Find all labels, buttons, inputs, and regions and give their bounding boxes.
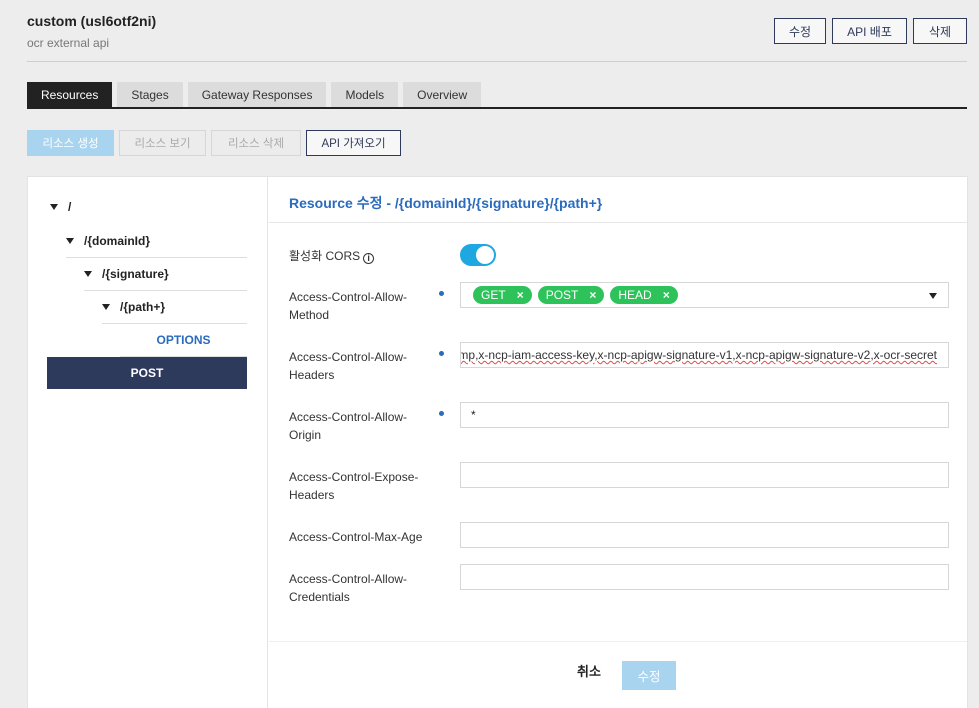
cors-toggle[interactable] [460,244,496,266]
tab-models[interactable]: Models [331,82,399,107]
tree-node-label: / [68,199,72,214]
required-dot [439,411,444,416]
cors-label: 활성화 CORS i [289,247,429,265]
resource-edit-form: Resource 수정 - /{domainId}/{signature}/{p… [269,177,967,708]
resource-tree: / /{domainId} /{signature} /{path+} OPTI… [28,177,268,708]
method-chip: HEAD × [610,286,678,304]
save-button[interactable]: 수정 [622,661,676,690]
header-divider [27,61,967,62]
form-title-divider [269,222,967,223]
tree-node-signature[interactable]: /{signature} [84,258,247,291]
allow-headers-value: mp,x-ncp-iam-access-key,x-ncp-apigw-sign… [460,348,937,362]
info-icon[interactable]: i [363,253,375,264]
tree-node-root[interactable]: / [50,190,71,223]
page-header: custom (usl6otf2ni) ocr external api 수정 … [27,13,967,61]
tree-node-label: /{domainId} [84,234,151,248]
cancel-button[interactable]: 취소 [577,661,601,680]
method-chip: POST × [537,286,605,304]
tree-node-label: /{signature} [102,267,169,281]
chip-remove-icon[interactable]: × [663,288,670,302]
caret-down-icon [102,304,110,310]
allow-credentials-label: Access-Control-Allow-Credentials [289,572,408,604]
expose-headers-input[interactable] [460,462,949,488]
allow-origin-input[interactable]: * [460,402,949,428]
allow-headers-label: Access-Control-Allow-Headers [289,350,408,382]
view-resource-button[interactable]: 리소스 보기 [119,130,206,156]
header-actions: 수정 API 배포 삭제 [774,18,967,44]
tree-method-post[interactable]: POST [47,357,247,389]
caret-down-icon [50,203,58,210]
caret-down-icon [66,238,74,244]
tab-resources[interactable]: Resources [27,82,113,107]
delete-button[interactable]: 삭제 [913,18,967,44]
required-dot [439,291,444,296]
allow-method-select[interactable]: GET × POST × HEAD × [460,282,949,308]
tab-overview[interactable]: Overview [403,82,482,107]
tree-method-options[interactable]: OPTIONS [120,324,247,357]
chip-label: GET [481,288,506,302]
allow-headers-input[interactable]: mp,x-ncp-iam-access-key,x-ncp-apigw-sign… [460,342,949,368]
form-title: Resource 수정 - /{domainId}/{signature}/{p… [289,195,603,211]
deploy-api-button[interactable]: API 배포 [832,18,907,44]
resource-actions: 리소스 생성 리소스 보기 리소스 삭제 API 가져오기 [27,130,401,156]
caret-down-icon [84,271,92,277]
import-api-button[interactable]: API 가져오기 [306,130,401,156]
dropdown-caret-icon[interactable] [929,293,937,299]
toggle-knob [476,246,494,264]
expose-headers-label: Access-Control-Expose-Headers [289,470,419,502]
tree-node-domainid[interactable]: /{domainId} [66,225,247,258]
tree-node-path[interactable]: /{path+} [102,291,247,324]
allow-origin-label: Access-Control-Allow-Origin [289,410,408,442]
form-footer-divider [269,641,967,642]
tab-stages[interactable]: Stages [117,82,183,107]
allow-origin-value: * [471,408,476,422]
tree-node-label: /{path+} [120,300,166,314]
tab-bar: Resources Stages Gateway Responses Model… [27,82,967,109]
cors-label-text: 활성화 CORS [289,249,361,263]
allow-credentials-input[interactable] [460,564,949,590]
allow-method-label: Access-Control-Allow-Method [289,290,408,322]
max-age-label: Access-Control-Max-Age [289,530,423,544]
chip-remove-icon[interactable]: × [517,288,524,302]
edit-button[interactable]: 수정 [774,18,826,44]
max-age-input[interactable] [460,522,949,548]
chip-label: POST [545,288,579,302]
delete-resource-button[interactable]: 리소스 삭제 [211,130,301,156]
method-chip: GET × [473,286,532,304]
create-resource-button[interactable]: 리소스 생성 [27,130,114,156]
resource-panel: / /{domainId} /{signature} /{path+} OPTI… [27,176,968,708]
chip-label: HEAD [618,288,652,302]
method-chips: GET × POST × HEAD × [461,286,678,304]
required-dot [439,351,444,356]
tab-gateway-responses[interactable]: Gateway Responses [187,82,327,107]
chip-remove-icon[interactable]: × [589,288,596,302]
